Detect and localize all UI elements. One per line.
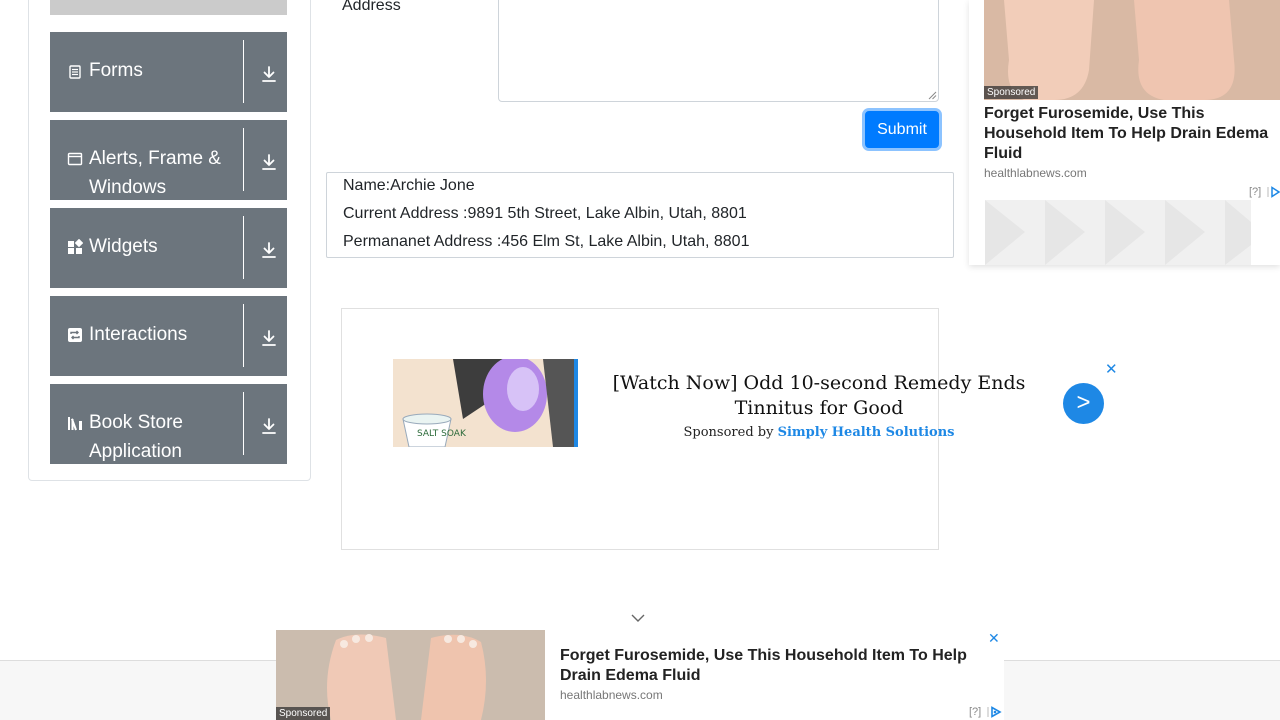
divider bbox=[243, 40, 244, 103]
permanent-address-label: Address bbox=[342, 0, 401, 14]
sidebar-group-forms[interactable]: Forms bbox=[50, 32, 287, 112]
ad-pattern-placeholder bbox=[985, 200, 1251, 265]
resize-grip-icon[interactable] bbox=[928, 91, 937, 100]
ad-sponsor-link[interactable]: Simply Health Solutions bbox=[778, 425, 955, 440]
divider bbox=[243, 392, 244, 455]
ad-image[interactable]: Sponsored bbox=[984, 0, 1280, 100]
sidebar-group-alerts-frame-windows[interactable]: Alerts, Frame & Windows bbox=[50, 120, 287, 200]
ad-pattern bbox=[985, 200, 1251, 265]
close-icon[interactable]: ✕ bbox=[1105, 360, 1118, 378]
adchoice-help[interactable]: [?] bbox=[1249, 186, 1261, 198]
ad-sponsor-line: Sponsored by Simply Health Solutions bbox=[598, 425, 1040, 440]
ad-source[interactable]: healthlabnews.com bbox=[984, 166, 1087, 180]
ad-headline[interactable]: [Watch Now] Odd 10-second Remedy Ends Ti… bbox=[598, 371, 1040, 421]
sidebar-group-interactions[interactable]: Interactions bbox=[50, 296, 287, 376]
divider bbox=[243, 128, 244, 191]
output-panel: Name:Archie Jone Current Address :9891 5… bbox=[326, 172, 954, 258]
ad-illustration: SALT SOAK bbox=[393, 359, 578, 447]
ad-sponsored-prefix: Sponsored by bbox=[683, 425, 778, 440]
divider bbox=[243, 304, 244, 367]
ad-headline[interactable]: Forget Furosemide, Use This Household It… bbox=[984, 104, 1276, 164]
ad-image[interactable]: SALT SOAK bbox=[393, 359, 578, 447]
download-icon[interactable] bbox=[261, 153, 277, 171]
feet-illustration bbox=[984, 0, 1280, 100]
close-icon[interactable]: ✕ bbox=[988, 630, 1000, 647]
sidebar-previous-item[interactable] bbox=[50, 0, 287, 15]
permanent-address-textarea[interactable] bbox=[498, 0, 939, 102]
books-icon bbox=[68, 417, 82, 431]
download-icon[interactable] bbox=[261, 417, 277, 435]
download-icon[interactable] bbox=[261, 65, 277, 83]
chevron-down-icon[interactable] bbox=[630, 612, 646, 624]
output-permanent-address: Permananet Address :456 Elm St, Lake Alb… bbox=[343, 233, 750, 250]
download-icon[interactable] bbox=[261, 241, 277, 259]
sidebar-group-label: Book Store Application bbox=[89, 412, 183, 462]
download-icon[interactable] bbox=[261, 329, 277, 347]
ad-image[interactable]: Sponsored bbox=[276, 630, 545, 720]
submit-button[interactable]: Submit bbox=[865, 111, 939, 148]
adchoices-icon[interactable] bbox=[1267, 186, 1280, 198]
divider bbox=[243, 216, 244, 279]
ad-go-button[interactable]: > bbox=[1063, 383, 1104, 424]
ad-source[interactable]: healthlabnews.com bbox=[560, 688, 663, 702]
ad-image-caption: SALT SOAK bbox=[417, 429, 467, 439]
sidebar-group-label: Alerts, Frame & Windows bbox=[89, 148, 221, 198]
sponsored-badge: Sponsored bbox=[984, 86, 1039, 99]
sidebar-group-label: Forms bbox=[89, 60, 143, 81]
output-name: Name:Archie Jone bbox=[343, 177, 475, 194]
sponsored-badge: Sponsored bbox=[276, 707, 331, 720]
output-current-address: Current Address :9891 5th Street, Lake A… bbox=[343, 205, 747, 222]
sidebar-group-widgets[interactable]: Widgets bbox=[50, 208, 287, 288]
adchoice-help[interactable]: [?] bbox=[969, 706, 981, 718]
sidebar-group-label: Widgets bbox=[89, 236, 158, 257]
interactions-icon bbox=[68, 328, 82, 342]
sidebar-group-label: Interactions bbox=[89, 324, 188, 345]
widgets-icon bbox=[68, 239, 83, 254]
adchoices-icon[interactable] bbox=[987, 706, 1003, 718]
document-icon bbox=[69, 65, 81, 79]
ad-headline[interactable]: Forget Furosemide, Use This Household It… bbox=[560, 646, 980, 686]
window-icon bbox=[67, 152, 83, 166]
sidebar-group-book-store-application[interactable]: Book Store Application bbox=[50, 384, 287, 464]
